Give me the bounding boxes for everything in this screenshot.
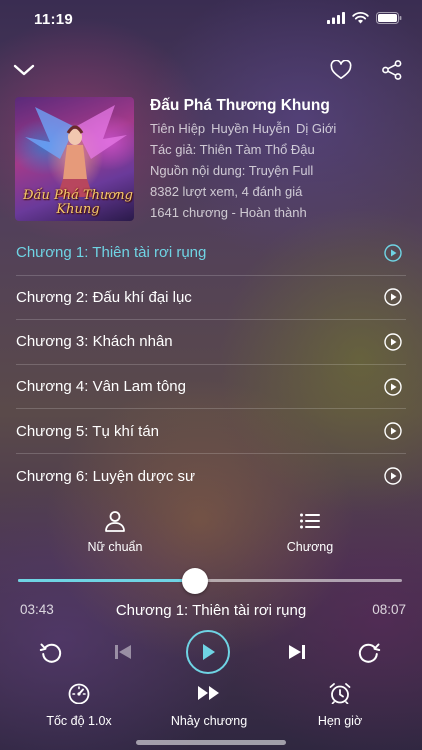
- elapsed-time: 03:43: [20, 602, 54, 617]
- skip-chapter-button[interactable]: Nhảy chương: [149, 682, 269, 728]
- wifi-icon: [352, 12, 369, 24]
- chapter-label: Chương 4: Vân Lam tông: [16, 378, 186, 396]
- speedometer-icon: [68, 683, 90, 705]
- chapter-list-label: Chương: [286, 540, 334, 554]
- genre-tag[interactable]: Tiên Hiệp: [150, 121, 205, 136]
- book-author: Tác giả: Thiên Tàm Thổ Đậu: [150, 142, 315, 157]
- chapter-row-3[interactable]: Chương 3: Khách nhân: [16, 320, 406, 365]
- voice-button[interactable]: Nữ chuẩn: [55, 510, 175, 554]
- genre-tag[interactable]: Huyền Huyễn: [211, 121, 290, 136]
- total-duration: 08:07: [372, 602, 406, 617]
- chapter-label: Chương 3: Khách nhân: [16, 333, 173, 351]
- book-cover: Đấu Phá Thương Khung: [15, 97, 134, 221]
- status-bar: 11:19: [0, 0, 422, 40]
- book-info: Đấu Phá Thương Khung Tiên Hiệp Huyền Huyễ…: [150, 96, 412, 223]
- chapter-label: Chương 5: Tụ khí tán: [16, 422, 160, 440]
- status-time: 11:19: [34, 11, 74, 28]
- favorite-button[interactable]: [327, 56, 355, 84]
- chapter-row-5[interactable]: Chương 5: Tụ khí tán: [16, 409, 406, 454]
- book-title: Đấu Phá Thương Khung: [150, 97, 330, 114]
- chapter-label: Chương 6: Luyện dược sư: [16, 467, 196, 485]
- play-icon: [203, 644, 215, 660]
- signal-icon: [327, 12, 345, 24]
- previous-button[interactable]: [108, 638, 138, 666]
- play-circle-icon[interactable]: [384, 333, 402, 351]
- chapter-row-6[interactable]: Chương 6: Luyện dược sư: [16, 454, 406, 485]
- speed-button[interactable]: Tốc độ 1.0x: [19, 682, 139, 728]
- play-circle-icon[interactable]: [384, 467, 402, 485]
- skip-chapter-label: Nhảy chương: [170, 714, 248, 728]
- chapter-row-2[interactable]: Chương 2: Đấu khí đại lục: [16, 276, 406, 321]
- fast-forward-icon: [198, 686, 219, 700]
- alarm-clock-icon: [329, 683, 351, 705]
- skip-next-icon: [289, 645, 305, 659]
- chapter-list-button[interactable]: Chương: [250, 510, 370, 554]
- book-stats: 8382 lượt xem, 4 đánh giá: [150, 184, 303, 199]
- chapter-label: Chương 2: Đấu khí đại lục: [16, 288, 192, 306]
- list-icon: [300, 513, 320, 529]
- home-indicator[interactable]: [136, 740, 286, 745]
- person-icon: [105, 511, 125, 532]
- next-button[interactable]: [282, 638, 312, 666]
- now-playing-title: Chương 1: Thiên tài rơi rụng: [115, 602, 307, 619]
- progress-fill: [18, 579, 195, 582]
- chapter-label: Chương 1: Thiên tài rơi rụng: [16, 244, 207, 262]
- forward-button[interactable]: [354, 638, 384, 666]
- skip-previous-icon: [115, 645, 131, 659]
- genre-tag[interactable]: Dị Giới: [296, 121, 336, 136]
- chevron-down-icon: [13, 64, 35, 76]
- play-circle-icon[interactable]: [384, 377, 402, 396]
- heart-icon: [330, 60, 352, 79]
- progress-track[interactable]: [18, 579, 402, 582]
- battery-icon: [376, 12, 402, 24]
- play-circle-icon[interactable]: [384, 244, 402, 262]
- collapse-button[interactable]: [10, 56, 38, 84]
- rewind-icon: [39, 643, 62, 663]
- play-button[interactable]: [186, 630, 230, 674]
- genre-list: Tiên Hiệp Huyền Huyễn Dị Giới: [150, 119, 412, 139]
- chapter-row-4[interactable]: Chương 4: Vân Lam tông: [16, 365, 406, 410]
- book-chapter-count: 1641 chương - Hoàn thành: [150, 205, 307, 220]
- cover-title-text: Đấu Phá Thương Khung: [23, 188, 133, 217]
- sleep-timer-label: Hẹn giờ: [317, 714, 363, 728]
- chapter-row-1[interactable]: Chương 1: Thiên tài rơi rụng: [16, 231, 406, 276]
- speed-label: Tốc độ 1.0x: [46, 714, 112, 728]
- play-circle-icon[interactable]: [384, 288, 402, 307]
- rewind-button[interactable]: [36, 638, 66, 666]
- sleep-timer-button[interactable]: Hẹn giờ: [280, 682, 400, 728]
- progress-thumb[interactable]: [181, 568, 208, 594]
- forward-icon: [358, 643, 381, 663]
- book-source: Nguồn nội dung: Truyện Full: [150, 163, 314, 178]
- share-button[interactable]: [378, 56, 406, 84]
- chapter-list[interactable]: Chương 1: Thiên tài rơi rụng Chương 2: Đ…: [0, 231, 422, 485]
- voice-label: Nữ chuẩn: [87, 540, 143, 554]
- play-circle-icon[interactable]: [384, 422, 402, 440]
- share-icon: [382, 60, 402, 80]
